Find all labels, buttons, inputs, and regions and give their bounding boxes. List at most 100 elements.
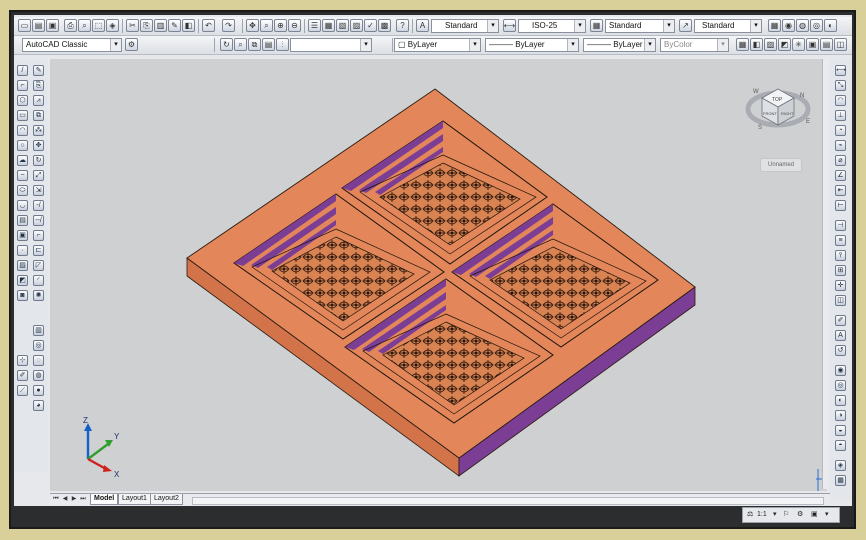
- block-editor-icon[interactable]: ◧: [182, 19, 195, 32]
- cut-icon[interactable]: ✂: [126, 19, 139, 32]
- text-style-combo[interactable]: Standard ▾: [431, 19, 499, 33]
- sheet-set-icon[interactable]: ▨: [350, 19, 363, 32]
- annotation-autoscale-icon[interactable]: ⚐: [783, 509, 789, 520]
- layer-off-icon[interactable]: ◩: [778, 38, 791, 51]
- paste-icon[interactable]: ▥: [154, 19, 167, 32]
- array-icon[interactable]: ⁂: [33, 125, 44, 136]
- workspace-switch-icon[interactable]: ⚙: [797, 509, 803, 520]
- tab-layout1[interactable]: Layout1: [118, 494, 151, 505]
- line-icon[interactable]: /: [17, 65, 28, 76]
- quick-dim-icon[interactable]: ⇤: [835, 185, 846, 196]
- wire-icon[interactable]: ◌: [33, 355, 44, 366]
- ucs-world-icon[interactable]: ✐: [17, 370, 28, 381]
- orbit-icon[interactable]: ↻: [220, 38, 233, 51]
- open-icon[interactable]: ▤: [32, 19, 45, 32]
- make-block-icon[interactable]: ▣: [17, 230, 28, 241]
- dim-diameter-icon[interactable]: ⌀: [835, 155, 846, 166]
- dim-edit-icon[interactable]: ✐: [835, 315, 846, 326]
- dim-style-combo[interactable]: ISO-25 ▾: [518, 19, 586, 33]
- insert-block-icon[interactable]: ▤: [17, 215, 28, 226]
- inspection-icon[interactable]: ◫: [835, 295, 846, 306]
- tool-palettes-icon[interactable]: ▧: [336, 19, 349, 32]
- view-bottom-icon[interactable]: ◎: [835, 380, 846, 391]
- ucs-icon[interactable]: ⊹: [17, 355, 28, 366]
- layer-lock-icon[interactable]: ▣: [806, 38, 819, 51]
- view-manager-icon[interactable]: ▦: [835, 475, 846, 486]
- publish-icon[interactable]: ⬚: [92, 19, 105, 32]
- layer-freeze-icon[interactable]: ✳: [792, 38, 805, 51]
- first-tab-icon[interactable]: ⏮: [52, 495, 60, 503]
- undo-icon[interactable]: ↶: [202, 19, 215, 32]
- tab-model[interactable]: Model: [90, 494, 119, 505]
- dim-ordinate-icon[interactable]: ⊥: [835, 110, 846, 121]
- save-icon[interactable]: ▣: [46, 19, 59, 32]
- zoom-realtime-icon[interactable]: ⌕: [260, 19, 273, 32]
- gradient-icon[interactable]: ◩: [17, 275, 28, 286]
- render-icon[interactable]: ◉: [782, 19, 795, 32]
- scale-icon[interactable]: ⤢: [33, 170, 44, 181]
- ucs-menu[interactable]: Unnamed: [760, 158, 802, 172]
- move-icon[interactable]: ✥: [33, 140, 44, 151]
- view-left-icon[interactable]: ◐: [835, 395, 846, 406]
- revcloud-icon[interactable]: ☁: [17, 155, 28, 166]
- arc-icon[interactable]: ◠: [17, 125, 28, 136]
- toolbar-lock-icon[interactable]: ▣: [811, 509, 818, 520]
- tab-layout2[interactable]: Layout2: [150, 494, 183, 505]
- plot-preview-icon[interactable]: ⌕: [78, 19, 91, 32]
- dim-break-icon[interactable]: ⫯: [835, 250, 846, 261]
- rectangle-icon[interactable]: ▭: [17, 110, 28, 121]
- layer-combo[interactable]: ▾: [290, 38, 372, 52]
- zoom-icon[interactable]: ⌕: [234, 38, 247, 51]
- explode-icon[interactable]: ✺: [33, 290, 44, 301]
- ellipse-icon[interactable]: ⬭: [17, 185, 28, 196]
- layer-isolate-icon[interactable]: ▤: [262, 38, 275, 51]
- linetype-combo[interactable]: ——— ByLayer ▾: [485, 38, 579, 52]
- erase-icon[interactable]: ✎: [33, 65, 44, 76]
- mirror-icon[interactable]: ⩘: [33, 95, 44, 106]
- break-icon[interactable]: ⌐: [33, 230, 44, 241]
- layer-unlock-icon[interactable]: ▤: [820, 38, 833, 51]
- tolerance-icon[interactable]: ⊞: [835, 265, 846, 276]
- layer-panel-icon[interactable]: ▥: [33, 325, 44, 336]
- view-back-icon[interactable]: ◓: [835, 440, 846, 451]
- dim-space-icon[interactable]: ≡: [835, 235, 846, 246]
- point-icon[interactable]: ·: [17, 245, 28, 256]
- offset-icon[interactable]: ⧉: [33, 110, 44, 121]
- join-icon[interactable]: ⊏: [33, 245, 44, 256]
- horizontal-scrollbar[interactable]: [192, 497, 824, 505]
- help-icon[interactable]: ?: [396, 19, 409, 32]
- hidden-icon[interactable]: ◍: [33, 370, 44, 381]
- color-combo[interactable]: ▢ ByLayer ▾: [394, 38, 481, 52]
- pan-icon[interactable]: ✥: [246, 19, 259, 32]
- view-top-icon[interactable]: ◉: [835, 365, 846, 376]
- dim-radius-icon[interactable]: ◔: [835, 125, 846, 136]
- dim-baseline-icon[interactable]: ⊢: [835, 200, 846, 211]
- dim-text-edit-icon[interactable]: A: [835, 330, 846, 341]
- mleader-style-combo[interactable]: Standard ▾: [694, 19, 762, 33]
- view-iso-icon[interactable]: ◈: [835, 460, 846, 471]
- redo-icon[interactable]: ↷: [222, 19, 235, 32]
- drawing-viewport[interactable]: Z Y X TOP FRONT RIGHT N E W S Unnamed: [50, 59, 827, 491]
- spline-icon[interactable]: ~: [17, 170, 28, 181]
- workspace-combo[interactable]: AutoCAD Classic ▾: [22, 38, 122, 52]
- next-tab-icon[interactable]: ▶: [70, 495, 78, 503]
- viewcube[interactable]: TOP FRONT RIGHT N E W S: [745, 88, 811, 131]
- lights-icon[interactable]: ◎: [810, 19, 823, 32]
- design-center-icon[interactable]: ▦: [322, 19, 335, 32]
- last-tab-icon[interactable]: ⏭: [79, 495, 87, 503]
- dim-jogged-icon[interactable]: ⌁: [835, 140, 846, 151]
- dim-aligned-icon[interactable]: ⤡: [835, 80, 846, 91]
- rotate-icon[interactable]: ↻: [33, 155, 44, 166]
- layer-walk-icon[interactable]: ▨: [764, 38, 777, 51]
- ellipse-arc-icon[interactable]: ◡: [17, 200, 28, 211]
- prev-tab-icon[interactable]: ◀: [61, 495, 69, 503]
- visual-style-icon[interactable]: ◎: [33, 340, 44, 351]
- dim-continue-icon[interactable]: ⊣: [835, 220, 846, 231]
- layer-merge-icon[interactable]: ◫: [834, 38, 847, 51]
- view-front-icon[interactable]: ◒: [835, 425, 846, 436]
- shaded-sphere-icon[interactable]: ●: [33, 385, 44, 396]
- polyline-icon[interactable]: ⌐: [17, 80, 28, 91]
- zoom-previous-icon[interactable]: ⊖: [288, 19, 301, 32]
- materials-icon[interactable]: ◐: [824, 19, 837, 32]
- layer-match-icon[interactable]: ⫶: [276, 38, 289, 51]
